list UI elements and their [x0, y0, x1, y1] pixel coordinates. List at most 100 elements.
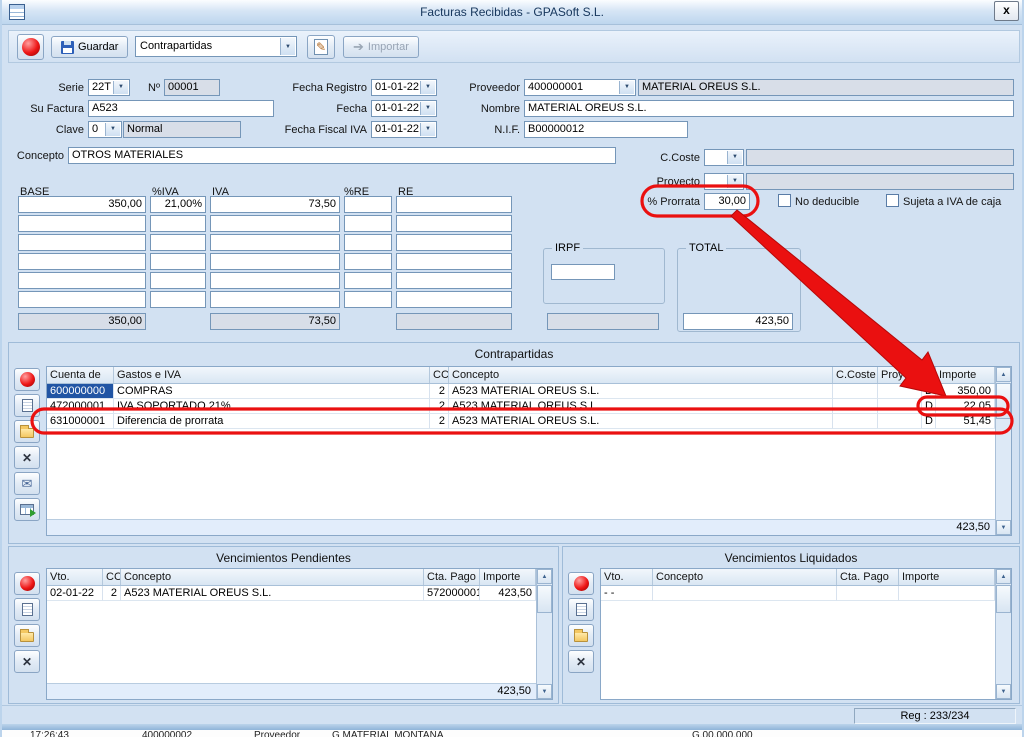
pct-iva-cell[interactable]	[150, 272, 206, 289]
iva-cell[interactable]	[210, 291, 340, 308]
venc-pend-delete-button[interactable]: ✕	[14, 650, 40, 673]
table-row[interactable]: 631000001 Diferencia de prorrata 2 A523 …	[47, 414, 995, 429]
re-cell[interactable]	[396, 215, 512, 232]
scrollbar-thumb[interactable]	[537, 585, 552, 613]
contrapartidas-exit-button[interactable]	[14, 368, 40, 391]
col-vto[interactable]: Vto.	[601, 569, 653, 585]
base-cell[interactable]	[18, 234, 146, 251]
cell-concepto[interactable]: A523 MATERIAL OREUS S.L.	[449, 399, 833, 414]
save-button[interactable]: Guardar	[51, 36, 128, 58]
base-cell[interactable]: 350,00	[18, 196, 146, 213]
nombre-field[interactable]: MATERIAL OREUS S.L.	[524, 100, 1014, 117]
prorrata-field[interactable]: 30,00	[704, 193, 750, 210]
serie-select[interactable]: 22T ▼	[88, 79, 130, 96]
col-cuenta[interactable]: Cuenta de	[47, 367, 114, 383]
re-cell[interactable]	[396, 196, 512, 213]
no-deducible-checkbox[interactable]	[778, 194, 791, 207]
scrollbar-thumb[interactable]	[996, 383, 1011, 419]
col-concepto[interactable]: Concepto	[449, 367, 833, 383]
cell-concepto[interactable]: A523 MATERIAL OREUS S.L.	[449, 414, 833, 429]
cell-c-coste[interactable]	[833, 384, 878, 399]
cell-c-coste[interactable]	[833, 399, 878, 414]
chevron-down-icon[interactable]: ▼	[727, 175, 742, 188]
cell-importe[interactable]: 423,50	[480, 586, 536, 601]
cell-cta-pago[interactable]	[837, 586, 899, 601]
chevron-down-icon[interactable]: ▼	[420, 102, 435, 115]
cell-proyecto[interactable]	[878, 399, 922, 414]
pct-re-cell[interactable]	[344, 215, 392, 232]
table-row[interactable]: - -	[601, 586, 995, 601]
scroll-up-icon[interactable]: ▲	[537, 569, 552, 584]
iva-cell[interactable]: 73,50	[210, 196, 340, 213]
pct-re-cell[interactable]	[344, 253, 392, 270]
re-cell[interactable]	[396, 291, 512, 308]
col-c-coste[interactable]: C.Coste	[833, 367, 878, 383]
base-cell[interactable]	[18, 253, 146, 270]
col-s[interactable]: S	[922, 367, 936, 383]
close-button[interactable]: x	[994, 1, 1019, 21]
col-concepto[interactable]: Concepto	[653, 569, 837, 585]
cell-concepto[interactable]: A523 MATERIAL OREUS S.L.	[449, 384, 833, 399]
table-row[interactable]: 472000001 IVA SOPORTADO 21% 2 A523 MATER…	[47, 399, 995, 414]
chevron-down-icon[interactable]: ▼	[727, 151, 742, 164]
contrapartidas-export-button[interactable]	[14, 498, 40, 521]
cell-cuenta[interactable]: 631000001	[47, 414, 114, 429]
cell-proyecto[interactable]	[878, 414, 922, 429]
c-coste-select[interactable]: ▼	[704, 149, 744, 166]
col-vto[interactable]: Vto.	[47, 569, 103, 585]
iva-cell[interactable]	[210, 272, 340, 289]
contrapartidas-mail-button[interactable]: ✉	[14, 472, 40, 495]
cell-cc[interactable]: 2	[430, 399, 449, 414]
cell-s[interactable]: D	[922, 399, 936, 414]
cell-cc[interactable]: 2	[430, 414, 449, 429]
cell-cuenta[interactable]: 600000000	[47, 384, 114, 399]
pct-iva-cell[interactable]: 21,00%	[150, 196, 206, 213]
venc-pend-exit-button[interactable]	[14, 572, 40, 595]
scroll-up-icon[interactable]: ▲	[996, 569, 1011, 584]
proyecto-select[interactable]: ▼	[704, 173, 744, 190]
scroll-down-icon[interactable]: ▼	[537, 684, 552, 699]
chevron-down-icon[interactable]: ▼	[280, 38, 295, 55]
base-cell[interactable]	[18, 215, 146, 232]
view-select[interactable]: Contrapartidas ▼	[135, 36, 297, 57]
col-importe[interactable]: Importe	[480, 569, 536, 585]
cell-gastos[interactable]: IVA SOPORTADO 21%	[114, 399, 430, 414]
cell-cuenta[interactable]: 472000001	[47, 399, 114, 414]
cell-s[interactable]: D	[922, 384, 936, 399]
table-row[interactable]: 02-01-22 2 A523 MATERIAL OREUS S.L. 5720…	[47, 586, 536, 601]
fecha-field[interactable]: 01-01-22 ▼	[371, 100, 437, 117]
concepto-field[interactable]: OTROS MATERIALES	[68, 147, 616, 164]
cell-gastos[interactable]: Diferencia de prorrata	[114, 414, 430, 429]
col-cta-pago[interactable]: Cta. Pago	[837, 569, 899, 585]
cell-cc[interactable]: 2	[103, 586, 121, 601]
re-cell[interactable]	[396, 253, 512, 270]
chevron-down-icon[interactable]: ▼	[420, 123, 435, 136]
numero-field[interactable]: 00001	[164, 79, 220, 96]
base-cell[interactable]	[18, 291, 146, 308]
col-importe[interactable]: Importe	[936, 367, 995, 383]
clave-select[interactable]: 0 ▼	[88, 121, 122, 138]
pct-re-cell[interactable]	[344, 272, 392, 289]
iva-cell[interactable]	[210, 215, 340, 232]
venc-pend-new-button[interactable]	[14, 598, 40, 621]
col-concepto[interactable]: Concepto	[121, 569, 424, 585]
pct-iva-cell[interactable]	[150, 234, 206, 251]
chevron-down-icon[interactable]: ▼	[619, 81, 634, 94]
re-cell[interactable]	[396, 272, 512, 289]
cell-s[interactable]: D	[922, 414, 936, 429]
cell-concepto[interactable]: A523 MATERIAL OREUS S.L.	[121, 586, 424, 601]
cell-c-coste[interactable]	[833, 414, 878, 429]
contrapartidas-open-button[interactable]	[14, 420, 40, 443]
chevron-down-icon[interactable]: ▼	[113, 81, 128, 94]
su-factura-field[interactable]: A523	[88, 100, 274, 117]
cell-vto[interactable]: 02-01-22	[47, 586, 103, 601]
pct-re-cell[interactable]	[344, 234, 392, 251]
venc-pend-scrollbar[interactable]: ▲ ▼	[536, 569, 552, 699]
venc-liq-open-button[interactable]	[568, 624, 594, 647]
fecha-fiscal-iva-field[interactable]: 01-01-22 ▼	[371, 121, 437, 138]
import-button[interactable]: ➔ Importar	[343, 36, 419, 58]
pct-iva-cell[interactable]	[150, 253, 206, 270]
re-cell[interactable]	[396, 234, 512, 251]
pct-re-cell[interactable]	[344, 196, 392, 213]
cell-cta-pago[interactable]: 572000001	[424, 586, 480, 601]
